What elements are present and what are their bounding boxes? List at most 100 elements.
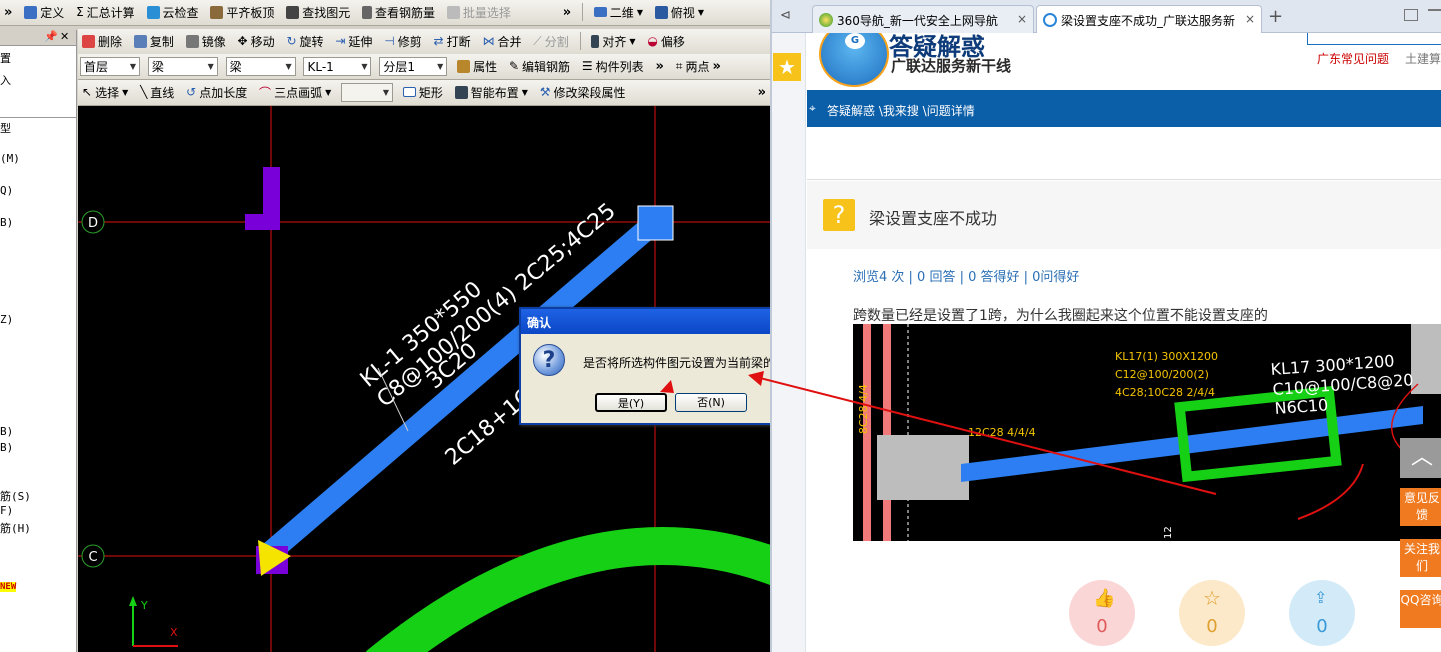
floor-select[interactable]: 首层 ▼	[80, 57, 140, 76]
split-button[interactable]: ⟋ 分割	[529, 29, 572, 53]
type-select-2[interactable]: 梁 ▼	[225, 57, 296, 76]
close-tab-icon[interactable]: ×	[1017, 12, 1027, 26]
close-icon[interactable]: ✕	[60, 30, 69, 43]
panel-item[interactable]: 置	[0, 50, 11, 66]
panel-item[interactable]: Z)	[0, 313, 13, 326]
panel-item[interactable]: 筋(S)	[0, 488, 31, 504]
component-select[interactable]: KL-1 ▼	[303, 57, 372, 76]
modify-beam-segment-button[interactable]: ⚒ 修改梁段属性	[536, 80, 630, 104]
arc-beam[interactable]	[365, 527, 770, 652]
view-2d-dropdown[interactable]: 二维 ▼	[590, 0, 647, 24]
feedback-button[interactable]: 意见反馈	[1400, 488, 1441, 526]
toolbar-overflow-left[interactable]: »	[0, 0, 16, 24]
panel-item[interactable]: B)	[0, 216, 13, 229]
properties-button[interactable]: 属性	[453, 54, 501, 78]
align-slab-top-button[interactable]: 平齐板顶	[206, 0, 278, 24]
top-link-guangdong[interactable]: 广东常见问题	[1317, 50, 1389, 67]
two-point-button[interactable]: ⌗ 两点»	[672, 54, 725, 78]
minimize-window-icon[interactable]	[1428, 9, 1441, 21]
top-view-icon	[654, 5, 668, 19]
delete-button[interactable]: 删除	[78, 29, 126, 53]
logo-subtitle: 广联达服务新干线	[891, 57, 1012, 75]
search-box[interactable]	[1307, 33, 1441, 45]
component-list-button[interactable]: ☰ 构件列表	[578, 54, 648, 78]
close-tab-icon[interactable]: ×	[1245, 12, 1255, 26]
type-select-1[interactable]: 梁 ▼	[147, 57, 218, 76]
yes-button[interactable]: 是(Y)	[595, 393, 667, 412]
right-extra-label: N6C10	[1274, 395, 1329, 418]
panel-item[interactable]: Q)	[0, 184, 13, 197]
module-panel: 📌 ✕ 置 入 型 (M) Q) B) Z) B) B) 筋(S) F) 筋(H…	[0, 30, 77, 652]
cloud-check-button[interactable]: 云检查	[143, 0, 203, 24]
restore-window-icon[interactable]	[1404, 9, 1418, 21]
line-button[interactable]: ╲ 直线	[136, 80, 178, 104]
toolbar4-overflow[interactable]: »	[754, 80, 770, 104]
tab-question[interactable]: 梁设置支座不成功_广联达服务新 ×	[1036, 5, 1262, 34]
view-rebar-button[interactable]: 查看钢筋量	[358, 0, 439, 24]
align-slab-icon	[210, 5, 224, 19]
toolbar-overflow-mid[interactable]: »	[559, 0, 575, 24]
panel-item[interactable]: 筋(H)	[0, 520, 31, 536]
smart-layout-dropdown[interactable]: 智能布置 ▼	[451, 80, 532, 104]
draw-toolbar: ↖ 选择 ▼ ╲ 直线 ↺ 点加长度 ⌒ 三点画弧 ▼ ▼ 矩形 智能布置 ▼ ⚒ 修改梁段属性…	[78, 80, 770, 106]
back-to-top-button[interactable]: ︿	[1400, 438, 1441, 478]
edit-rebar-button[interactable]: ✎ 编辑钢筋	[505, 54, 574, 78]
move-button[interactable]: ✥ 移动	[234, 29, 279, 53]
extend-button[interactable]: ⇥ 延伸	[331, 29, 376, 53]
tab-strip: ⊲ 360导航_新一代安全上网导航 × 梁设置支座不成功_广联达服务新 × +	[772, 0, 1441, 34]
mirror-button[interactable]: 镜像	[182, 29, 230, 53]
favorites-star-icon[interactable]: ★	[773, 53, 801, 81]
break-button[interactable]: ⇄ 打断	[430, 29, 475, 53]
layer-select[interactable]: 分层1 ▼	[379, 57, 448, 76]
trim-button[interactable]: ⊣ 修剪	[380, 29, 425, 53]
arc-mode-select[interactable]: ▼	[341, 83, 394, 102]
panel-item[interactable]: (M)	[0, 152, 20, 165]
pin-icon[interactable]: 📌	[44, 30, 58, 43]
bottom-number: 12	[1163, 526, 1174, 539]
rectangle-button[interactable]: 矩形	[399, 80, 447, 104]
new-badge: NEW	[0, 582, 17, 592]
share-button[interactable]: ⇪ 0	[1289, 580, 1355, 646]
tab-360-nav[interactable]: 360导航_新一代安全上网导航 ×	[812, 5, 1034, 33]
red-curve-annotation	[1297, 463, 1364, 520]
panel-item[interactable]: 入	[0, 72, 11, 88]
question-screenshot[interactable]: KL17(1) 300X1200 C12@100/200(2) 4C28;10C…	[853, 324, 1441, 541]
panel-header: 📌 ✕	[0, 30, 76, 46]
find-element-button[interactable]: 查找图元	[282, 0, 354, 24]
point-length-button[interactable]: ↺ 点加长度	[182, 80, 251, 104]
rotate-button[interactable]: ↻ 旋转	[282, 29, 327, 53]
top-link-tujian[interactable]: 土建算	[1405, 50, 1441, 67]
modify-beam-icon: ⚒	[539, 85, 551, 99]
qq-consult-button[interactable]: QQ咨询	[1400, 590, 1441, 628]
back-arrow-icon[interactable]: ⊲	[780, 8, 791, 23]
follow-us-button[interactable]: 关注我们	[1400, 539, 1441, 577]
copy-button[interactable]: 复制	[130, 29, 178, 53]
like-button[interactable]: 👍 0	[1069, 580, 1135, 646]
panel-item[interactable]: F)	[0, 504, 13, 517]
gray-support-left	[877, 435, 969, 500]
no-button[interactable]: 否(N)	[675, 393, 747, 412]
top-view-dropdown[interactable]: 俯视 ▼	[651, 0, 708, 24]
2d-icon	[593, 7, 607, 17]
batch-select-button[interactable]: 批量选择	[443, 0, 515, 24]
new-tab-button[interactable]: +	[1268, 6, 1283, 27]
panel-item[interactable]: 型	[0, 120, 11, 136]
support-column-top[interactable]	[637, 205, 674, 241]
summary-calc-button[interactable]: Σ 汇总计算	[72, 0, 139, 24]
define-button[interactable]: 定义	[20, 0, 68, 24]
offset-button[interactable]: ◒ 偏移	[643, 29, 689, 53]
toolbar3-overflow[interactable]: »	[652, 54, 668, 78]
three-point-arc-button[interactable]: ⌒ 三点画弧 ▼	[255, 80, 335, 104]
align-dropdown[interactable]: 对齐 ▼	[587, 29, 639, 53]
question-title: 梁设置支座不成功	[869, 209, 998, 228]
select-dropdown[interactable]: ↖ 选择 ▼	[78, 80, 132, 104]
merge-button[interactable]: ⋈ 合并	[478, 29, 525, 53]
panel-item[interactable]: B)	[0, 441, 13, 454]
breadcrumb[interactable]: 答疑解惑 \我来搜 \问题详情	[827, 104, 975, 118]
rectangle-icon	[402, 87, 416, 97]
column-l-horizontal[interactable]	[245, 214, 280, 230]
like-count: 0	[1096, 616, 1108, 637]
panel-item[interactable]: B)	[0, 425, 13, 438]
favorite-button[interactable]: ☆ 0	[1179, 580, 1245, 646]
confirm-dialog: 确认 × ? 是否将所选构件图元设置为当前梁的支座? 是(Y) 否(N)	[519, 307, 770, 425]
